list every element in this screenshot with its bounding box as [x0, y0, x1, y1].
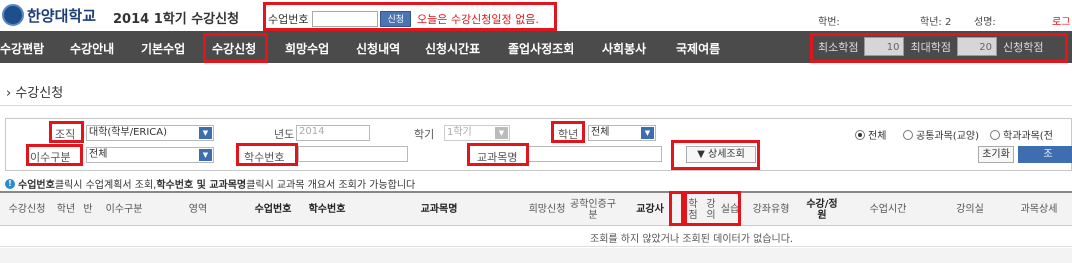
class-number-label: 수업번호	[268, 13, 309, 26]
course-type-select[interactable]: 전체 ▼	[86, 147, 214, 163]
grade-label: 학년	[558, 128, 579, 141]
chevron-down-icon: ▼	[199, 149, 212, 161]
min-credit-value: 10	[864, 37, 905, 56]
university-emblem-icon	[2, 4, 24, 26]
nav-applied-list[interactable]: 신청내역	[356, 40, 400, 57]
course-number-input[interactable]	[298, 146, 408, 162]
col-practice: 실습	[720, 204, 740, 215]
radio-unchecked-icon	[903, 129, 913, 140]
query-button[interactable]: 조	[1018, 146, 1072, 163]
reset-button[interactable]: 초기화	[978, 146, 1014, 163]
radio-general[interactable]: 공통과목(교양)	[903, 127, 979, 142]
schedule-notice: 오늘은 수강신청일정 없음.	[417, 13, 539, 26]
logo-text: 한양대학교	[27, 6, 97, 25]
course-number-label: 학수번호	[244, 151, 285, 164]
org-label: 조직	[55, 128, 76, 141]
year-input[interactable]: 2014	[296, 125, 370, 141]
year-label: 년도	[274, 128, 295, 141]
university-logo[interactable]: 한양대학교	[2, 4, 96, 26]
quick-apply-form: 수업번호 신청 오늘은 수강신청일정 없음.	[268, 11, 539, 27]
col-course-type: 이수구분	[105, 204, 143, 215]
col-course-number: 학수번호	[308, 204, 346, 215]
chevron-down-icon: ▼	[495, 127, 508, 139]
nav-course-catalog[interactable]: 수강편람	[0, 40, 44, 57]
applied-credit-label: 신청학점	[1002, 40, 1044, 54]
top-header: 한양대학교 2014 1학기 수강신청 수업번호 신청 오늘은 수강신청일정 없…	[0, 0, 1072, 34]
col-engineering-cert: 공학인증구분	[570, 198, 616, 221]
chevron-down-icon: ▼	[641, 127, 654, 139]
max-credit-value: 20	[956, 37, 997, 56]
chevron-down-icon: ▼	[199, 127, 212, 139]
nav-graduation-check[interactable]: 졸업사정조회	[508, 40, 574, 57]
detail-search-button[interactable]: ▼ 상세조회	[686, 146, 756, 163]
col-class-time: 수업시간	[869, 204, 907, 215]
class-number-input[interactable]	[312, 11, 379, 27]
col-course-detail: 과목상세	[1020, 204, 1058, 215]
col-wish: 희망신청	[528, 204, 566, 215]
nav-social-service[interactable]: 사회봉사	[602, 40, 646, 57]
term-label: 학기	[414, 128, 435, 141]
radio-all[interactable]: 전체	[855, 127, 886, 142]
name-label: 성명:	[974, 17, 996, 28]
credit-summary: 최소학점 10 최대학점 20 신청학점	[812, 37, 1049, 56]
info-message: ! 수업번호 클릭시 수업계획서 조회, 학수번호 및 교과목명 클릭시 교과목…	[5, 176, 415, 191]
results-table-header: 수강신청 학년 반 이수구분 영역 수업번호 학수번호 교과목명 희망신청 공학…	[0, 191, 1072, 226]
col-enrolled-capacity: 수강/정원	[806, 198, 838, 221]
col-register: 수강신청	[8, 204, 46, 215]
course-registration-page: 한양대학교 2014 1학기 수강신청 수업번호 신청 오늘은 수강신청일정 없…	[0, 0, 1072, 263]
radio-dept[interactable]: 학과과목(전	[990, 127, 1053, 142]
max-credit-label: 최대학점	[910, 40, 951, 54]
student-id-label: 학번:	[818, 17, 840, 28]
col-section: 반	[83, 204, 93, 215]
results-table-body	[0, 226, 1072, 247]
grade-select[interactable]: 전체 ▼	[588, 125, 656, 141]
course-type-label: 이수구분	[30, 151, 71, 164]
org-select[interactable]: 대학(학부/ERICA) ▼	[86, 125, 214, 141]
col-credits: 학점	[688, 198, 698, 221]
nav-basic-courses[interactable]: 기본수업	[141, 40, 185, 57]
nav-international-summer[interactable]: 국제여름	[676, 40, 720, 57]
course-name-input[interactable]	[528, 146, 662, 162]
col-lecture-type: 강좌유형	[752, 204, 790, 215]
app-title: 2014 1학기 수강신청	[113, 12, 240, 27]
apply-button[interactable]: 신청	[380, 11, 412, 27]
term-select[interactable]: 1학기 ▼	[444, 125, 510, 141]
table-footer	[0, 248, 1072, 263]
col-class-number: 수업번호	[254, 204, 292, 215]
logout-link[interactable]: 로그	[1052, 13, 1070, 28]
col-lecture: 강의	[706, 198, 716, 221]
radio-unchecked-icon	[990, 129, 1000, 140]
nav-wish-courses[interactable]: 희망수업	[285, 40, 329, 57]
nav-registration-guide[interactable]: 수강안내	[70, 40, 114, 57]
grade-info: 학년: 2	[920, 17, 952, 28]
main-nav: 수강편람 수강안내 기본수업 수강신청 희망수업 신청내역 신청시간표 졸업사정…	[0, 31, 1072, 63]
chevron-right-icon: ›	[6, 86, 12, 101]
col-classroom: 강의실	[956, 204, 984, 215]
empty-table-message: 조회를 하지 않았거나 조회된 데이터가 없습니다.	[590, 234, 794, 245]
info-icon: !	[5, 178, 15, 189]
page-title: › 수강신청	[6, 86, 64, 101]
radio-checked-icon	[855, 129, 865, 140]
nav-course-registration[interactable]: 수강신청	[212, 40, 256, 57]
col-area: 영역	[188, 204, 208, 215]
course-name-label: 교과목명	[477, 151, 518, 164]
min-credit-label: 최소학점	[818, 40, 859, 54]
col-instructor: 교강사	[636, 204, 664, 215]
title-divider	[0, 105, 1072, 106]
triangle-down-icon: ▼	[697, 149, 709, 160]
col-grade: 학년	[56, 204, 76, 215]
col-course-name: 교과목명	[420, 204, 458, 215]
nav-timetable[interactable]: 신청시간표	[425, 40, 480, 57]
